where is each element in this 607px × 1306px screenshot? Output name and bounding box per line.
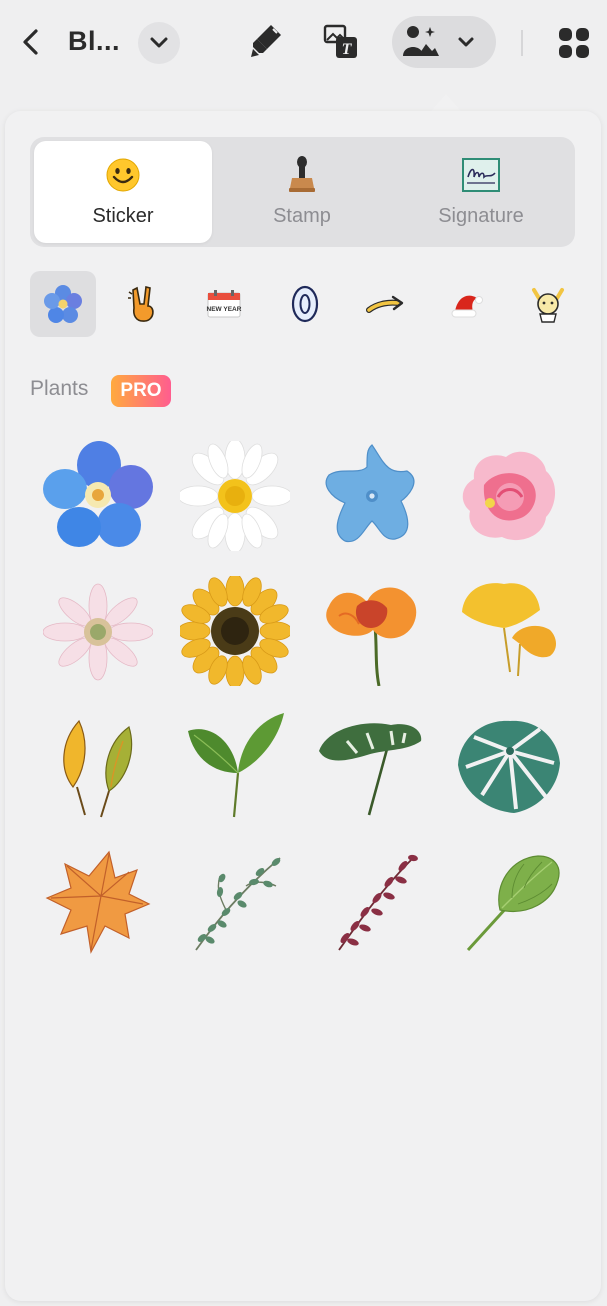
toolbar-divider xyxy=(521,30,523,56)
sticker-green-sprout[interactable] xyxy=(175,706,295,826)
category-peace-hand[interactable] xyxy=(110,271,176,337)
arrow-icon xyxy=(366,295,404,313)
monstera-leaf-image xyxy=(458,720,560,813)
sunflower-image xyxy=(180,576,290,686)
sticker-hosta-leaf[interactable] xyxy=(449,841,569,961)
autumn-leaves-image xyxy=(63,719,133,818)
sticker-pink-gerbera[interactable] xyxy=(38,571,158,691)
back-button[interactable] xyxy=(14,22,48,62)
back-icon xyxy=(23,29,38,55)
sticker-autumn-leaves[interactable] xyxy=(38,706,158,826)
marker-button[interactable] xyxy=(244,20,288,64)
sticker-blue-forget-me-not[interactable] xyxy=(38,436,158,556)
marker-icon xyxy=(251,25,281,57)
category-arrow[interactable] xyxy=(353,271,419,337)
orange-poppy-image xyxy=(326,587,417,686)
tab-stamp-label: Stamp xyxy=(273,205,331,227)
tab-sticker-label: Sticker xyxy=(92,205,154,227)
zero-balloon-icon xyxy=(291,285,319,323)
tab-signature-label: Signature xyxy=(438,205,524,227)
category-new-year[interactable]: NEW YEAR xyxy=(191,271,257,337)
maple-leaf-image xyxy=(45,850,151,954)
apps-icon xyxy=(559,28,589,58)
hosta-leaf-image xyxy=(466,855,560,952)
new-year-text: NEW YEAR xyxy=(207,306,242,313)
sticker-pink-rose[interactable] xyxy=(449,436,569,556)
category-character[interactable] xyxy=(515,271,581,337)
sticker-orange-poppy[interactable] xyxy=(312,571,432,691)
category-santa-hat[interactable] xyxy=(434,271,500,337)
signature-icon xyxy=(462,158,500,192)
red-berry-sprig-image xyxy=(338,854,418,951)
daisy-image xyxy=(180,441,290,551)
chevron-down-icon xyxy=(458,37,474,47)
panel-pointer xyxy=(430,94,462,112)
sticker-tool-button[interactable] xyxy=(392,16,496,68)
sticker-white-daisy[interactable] xyxy=(175,436,295,556)
text-image-button[interactable]: T xyxy=(318,20,364,64)
sticker-sunflower[interactable] xyxy=(175,571,295,691)
blue-star-flower-image xyxy=(325,444,415,543)
text-image-icon: T xyxy=(323,24,357,58)
tab-signature[interactable]: Signature xyxy=(392,141,570,243)
pink-rose-image xyxy=(462,451,556,541)
sticker-ginkgo-leaves[interactable] xyxy=(449,571,569,691)
green-sprout-image xyxy=(188,713,284,818)
sticker-panel: Sticker Stamp Signature NEW YEAR Plants … xyxy=(5,111,601,1301)
peace-hand-icon xyxy=(128,286,154,322)
sticker-icon xyxy=(403,26,439,56)
apps-menu-button[interactable] xyxy=(552,22,596,64)
sticker-monstera-stem[interactable] xyxy=(312,706,432,826)
calendar-icon: NEW YEAR xyxy=(207,290,242,318)
sticker-red-berry-sprig[interactable] xyxy=(312,841,432,961)
tab-sticker[interactable]: Sticker xyxy=(34,141,212,243)
pink-gerbera-image xyxy=(43,583,153,681)
sticker-blue-star-flower[interactable] xyxy=(312,436,432,556)
section-title: Plants xyxy=(30,377,89,400)
svg-text:T: T xyxy=(342,41,353,58)
sticker-type-tabs: Sticker Stamp Signature xyxy=(30,137,575,247)
santa-hat-icon xyxy=(451,295,483,318)
blue-flower-image xyxy=(43,441,153,547)
eucalyptus-sprig-image xyxy=(195,857,281,951)
ginkgo-leaves-image xyxy=(462,583,556,677)
category-flower[interactable] xyxy=(30,271,96,337)
sticker-maple-leaf[interactable] xyxy=(38,841,158,961)
category-zero-balloon[interactable] xyxy=(272,271,338,337)
title-dropdown-button[interactable] xyxy=(138,22,180,64)
flower-icon xyxy=(44,285,82,323)
pro-badge: PRO xyxy=(111,375,171,407)
document-title[interactable]: Bl... xyxy=(68,26,120,57)
top-toolbar: Bl... T xyxy=(0,0,607,86)
smiley-icon xyxy=(106,158,140,192)
stamp-icon xyxy=(289,156,315,192)
sticker-eucalyptus-sprig[interactable] xyxy=(175,841,295,961)
sticker-monstera-leaf[interactable] xyxy=(449,706,569,826)
chevron-down-icon xyxy=(150,37,168,48)
tab-stamp[interactable]: Stamp xyxy=(213,141,391,243)
character-icon xyxy=(532,288,564,323)
monstera-stem-image xyxy=(319,723,422,816)
